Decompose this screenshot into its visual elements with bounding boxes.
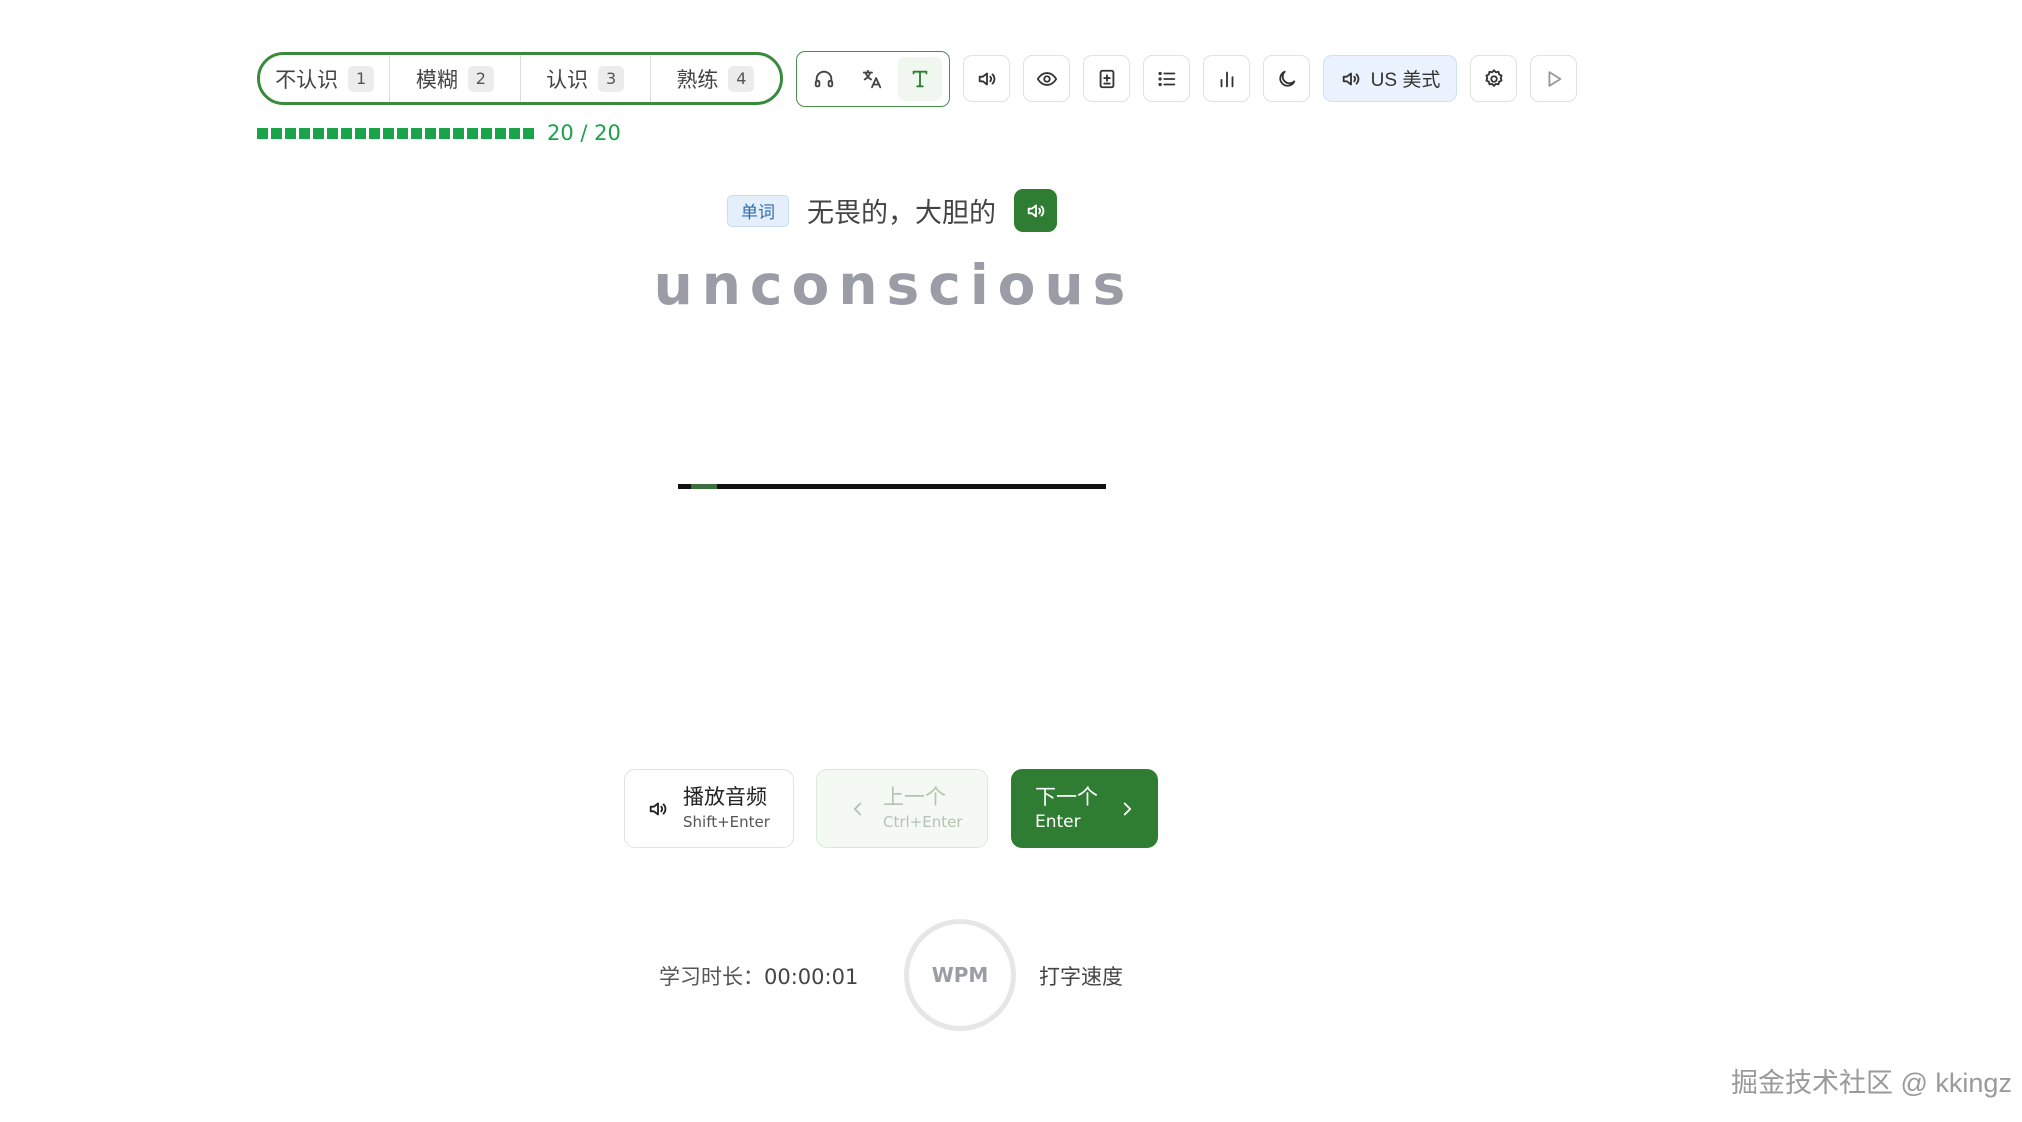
play-audio-button[interactable]: 播放音频 Shift+Enter [624, 769, 794, 848]
typing-caret [691, 484, 717, 489]
autoplay-button[interactable] [1530, 55, 1577, 102]
dark-mode-button[interactable] [1263, 55, 1310, 102]
progress-square [285, 127, 296, 139]
typing-speed-label: 打字速度 [1039, 966, 1123, 989]
shortcut-badge: 3 [598, 65, 625, 92]
progress-square [453, 127, 464, 139]
mode-group [796, 50, 950, 107]
next-shortcut: Enter [1035, 811, 1081, 832]
next-word-button[interactable]: 下一个 Enter [1011, 769, 1158, 848]
volume-icon [1342, 72, 1359, 85]
translate-mode-button[interactable] [850, 57, 894, 101]
listen-mode-button[interactable] [802, 57, 846, 101]
statistics-button[interactable] [1203, 55, 1250, 102]
progress-square [271, 127, 282, 139]
wpm-gauge: WPM [904, 919, 1016, 1031]
meaning-row: 单词 无畏的，大胆的 [727, 189, 1057, 232]
volume-icon [649, 802, 667, 815]
typing-input-line[interactable] [678, 484, 1106, 489]
shortcut-badge: 4 [728, 65, 755, 92]
accent-label: US 美式 [1370, 70, 1441, 91]
rating-unknown-button[interactable]: 不认识 1 [260, 55, 389, 102]
progress-square [299, 127, 310, 139]
rating-label: 熟练 [676, 68, 719, 92]
previous-word-button[interactable]: 上一个 Ctrl+Enter [816, 769, 988, 848]
progress-square [327, 127, 338, 139]
progress-square [467, 127, 478, 139]
visibility-toggle-button[interactable] [1023, 55, 1070, 102]
progress-text: 20 / 20 [547, 121, 621, 145]
toolbar: 不认识 1 模糊 2 认识 3 熟练 4 US 美式 [257, 50, 1577, 107]
moon-icon [1278, 70, 1295, 87]
chevron-right-icon [1123, 802, 1132, 815]
next-label: 下一个 [1035, 785, 1098, 809]
rating-mastered-button[interactable]: 熟练 4 [649, 55, 780, 102]
gear-icon [1484, 68, 1503, 87]
progress-square [257, 127, 268, 139]
previous-label: 上一个 [883, 785, 946, 809]
chevron-left-icon [853, 802, 862, 815]
wpm-label: WPM [931, 963, 989, 987]
shortcut-badge: 1 [348, 65, 375, 92]
volume-icon [1027, 204, 1044, 217]
eye-icon [1036, 71, 1057, 86]
progress-square [425, 127, 436, 139]
progress-square [495, 127, 506, 139]
progress-square [439, 127, 450, 139]
volume-icon [978, 72, 995, 85]
rating-label: 模糊 [415, 68, 458, 92]
play-audio-label: 播放音频 [683, 785, 767, 809]
progress-square [341, 127, 352, 139]
study-time-value: 00:00:01 [764, 965, 859, 989]
play-audio-shortcut: Shift+Enter [683, 812, 770, 831]
word-list-button[interactable] [1143, 55, 1190, 102]
translate-icon [862, 69, 882, 88]
add-note-icon [1099, 69, 1114, 88]
previous-shortcut: Ctrl+Enter [883, 812, 963, 831]
speak-word-button[interactable] [1014, 189, 1057, 232]
watermark: 掘金技术社区 @ kkingz [1731, 1068, 2012, 1098]
progress-square [355, 127, 366, 139]
study-time: 学习时长：00:00:01 [659, 961, 858, 991]
list-icon [1157, 71, 1175, 86]
add-note-button[interactable] [1083, 55, 1130, 102]
word-meaning: 无畏的，大胆的 [807, 198, 996, 228]
progress-square [383, 127, 394, 139]
rating-group: 不认识 1 模糊 2 认识 3 熟练 4 [257, 52, 783, 105]
progress-square [397, 127, 408, 139]
rating-known-button[interactable]: 认识 3 [519, 55, 650, 102]
play-icon [1548, 70, 1561, 87]
progress-square [481, 127, 492, 139]
chart-icon [1220, 71, 1233, 87]
rating-vague-button[interactable]: 模糊 2 [389, 55, 519, 102]
progress-square [369, 127, 380, 139]
accent-select-button[interactable]: US 美式 [1323, 55, 1457, 102]
text-mode-button[interactable] [898, 56, 942, 101]
pronounce-toggle-button[interactable] [963, 55, 1010, 102]
progress-indicator: 20 / 20 [257, 121, 621, 145]
progress-squares [257, 127, 534, 139]
rating-label: 不认识 [275, 68, 339, 92]
target-word: unconscious [653, 253, 1135, 317]
progress-square [313, 127, 324, 139]
study-time-label: 学习时长： [659, 966, 764, 989]
progress-square [411, 127, 422, 139]
rating-label: 认识 [546, 68, 589, 92]
progress-square [523, 127, 534, 139]
headphones-icon [814, 70, 834, 87]
settings-button[interactable] [1470, 55, 1517, 102]
word-type-badge: 单词 [727, 194, 789, 227]
text-icon [912, 70, 928, 87]
progress-square [509, 127, 520, 139]
shortcut-badge: 2 [467, 65, 494, 92]
